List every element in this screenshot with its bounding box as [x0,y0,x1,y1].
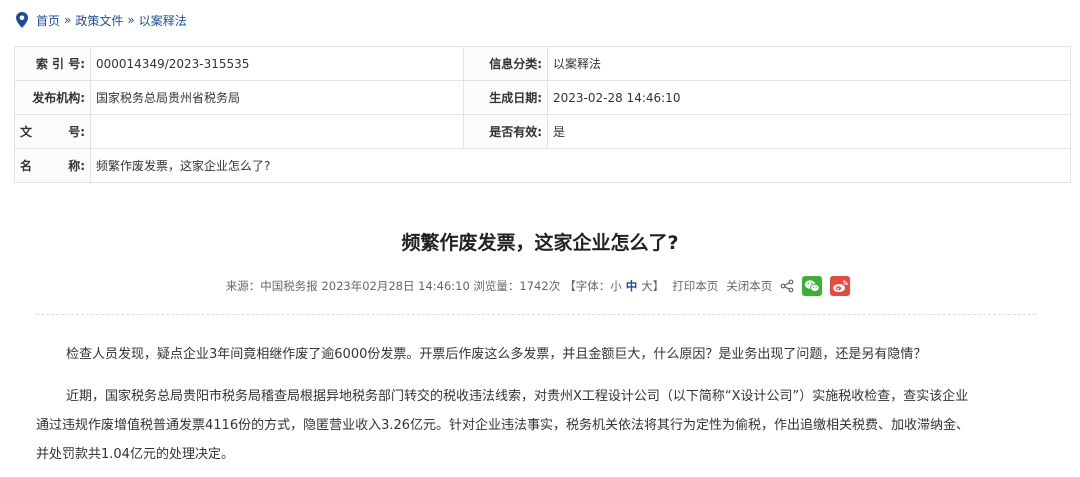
close-page-link[interactable]: 关闭本页 [726,278,772,294]
weibo-icon [833,280,848,292]
divider [36,314,1036,315]
meta-value-name: 频繁作废发票，这家企业怎么了? [90,148,1071,183]
print-page-link[interactable]: 打印本页 [672,278,718,294]
meta-key-name-a: 名 [20,159,33,173]
article-source: 来源：中国税务报 2023年02月28日 14:46:10 浏览量：1742次 [225,279,561,293]
article-paragraph-2: 近期，国家税务总局贵阳市税务局稽查局根据异地税务部门转交的税收违法线索，对贵州X… [36,382,1056,469]
meta-key-valid: 是否有效: [463,114,548,149]
share-icon[interactable] [780,279,794,293]
font-size-open: 【字体： [564,279,611,293]
paragraph-2-line-2: 通过违规作废增值税普通发票4116份的方式，隐匿营业收入3.26亿元。针对企业违… [36,418,970,433]
wechat-share-button[interactable] [802,276,823,296]
meta-value-valid: 是 [547,114,1071,149]
meta-value-date: 2023-02-28 14:46:10 [547,80,1071,115]
font-size-medium-button[interactable]: 中 [626,278,638,294]
breadcrumb-case-link[interactable]: 以案释法 [139,12,187,29]
document-meta-table: 索 引 号: 000014349/2023-315535 信息分类: 以案释法 … [14,46,1071,183]
article-paragraph-1: 检查人员发现，疑点企业3年间竟相继作废了逾6000份发票。开票后作废这么多发票，… [66,347,927,362]
meta-row: 发布机构: 国家税务总局贵州省税务局 生成日期: 2023-02-28 14:4… [14,80,1071,115]
meta-key-name-b: 称: [68,159,85,173]
breadcrumb: 首页 » 政策文件 » 以案释法 [14,9,187,31]
weibo-share-button[interactable] [830,276,851,296]
paragraph-2-line-3: 并处罚款共1.04亿元的处理决定。 [36,447,234,462]
meta-row: 索 引 号: 000014349/2023-315535 信息分类: 以案释法 [14,46,1071,81]
meta-key-index: 索 引 号: [14,46,91,81]
article-title: 频繁作废发票，这家企业怎么了? [401,232,679,254]
meta-key-docno: 文 号: [14,114,91,149]
meta-key-docno-a: 文 [20,125,33,139]
location-pin-icon [16,12,28,28]
meta-row: 名 称: 频繁作废发票，这家企业怎么了? [14,148,1071,183]
meta-key-name: 名 称: [14,148,91,183]
font-size-large-button[interactable]: 大 [641,278,653,294]
meta-key-publisher: 发布机构: [14,80,91,115]
meta-row: 文 号: 是否有效: 是 [14,114,1071,149]
meta-key-date: 生成日期: [463,80,548,115]
breadcrumb-separator: » [64,13,72,27]
meta-value-publisher: 国家税务总局贵州省税务局 [90,80,464,115]
meta-key-category: 信息分类: [463,46,548,81]
meta-value-category: 以案释法 [547,46,1071,81]
paragraph-2-line-1: 近期，国家税务总局贵阳市税务局稽查局根据异地税务部门转交的税收违法线索，对贵州X… [66,389,969,404]
article-info-bar: 来源：中国税务报 2023年02月28日 14:46:10 浏览量：1742次 … [0,276,1080,296]
wechat-icon [805,280,820,292]
meta-key-docno-b: 号: [68,125,85,139]
breadcrumb-separator: » [127,13,135,27]
font-size-small-button[interactable]: 小 [610,278,622,294]
breadcrumb-home-link[interactable]: 首页 [36,12,60,29]
breadcrumb-policy-link[interactable]: 政策文件 [75,12,123,29]
meta-value-docno [90,114,464,149]
meta-value-index: 000014349/2023-315535 [90,46,464,81]
font-size-close: 】 [652,279,665,293]
